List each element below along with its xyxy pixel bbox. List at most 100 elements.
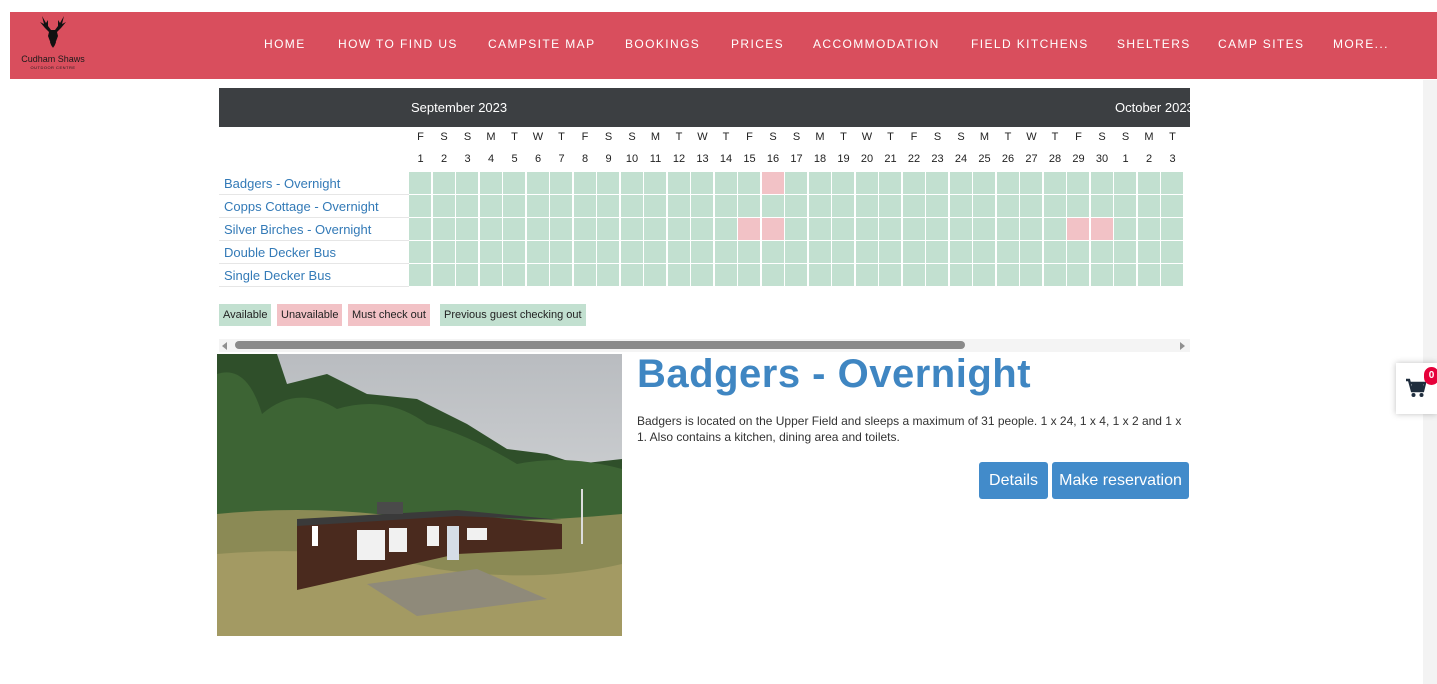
day-cell-available[interactable] [785,172,808,195]
day-cell-available[interactable] [479,218,503,241]
day-cell-available[interactable] [573,264,597,287]
day-cell-available[interactable] [644,172,667,195]
nav-how-to-find-us[interactable]: HOW TO FIND US [338,37,458,51]
day-cell-available[interactable] [973,241,996,264]
day-cell-available[interactable] [714,218,738,241]
day-cell-available[interactable] [667,264,691,287]
day-cell-available[interactable] [597,195,620,218]
day-cell-available[interactable] [832,241,855,264]
day-cell-available[interactable] [1020,172,1043,195]
day-cell-available[interactable] [1114,241,1137,264]
day-cell-available[interactable] [573,218,597,241]
day-cell-unavailable[interactable] [761,172,785,195]
day-cell-available[interactable] [620,172,644,195]
day-cell-available[interactable] [949,195,973,218]
day-cell-available[interactable] [1114,195,1137,218]
nav-more[interactable]: MORE... [1333,37,1389,51]
day-cell-available[interactable] [785,195,808,218]
day-cell-available[interactable] [691,241,714,264]
day-cell-available[interactable] [785,241,808,264]
day-cell-available[interactable] [432,241,456,264]
day-cell-available[interactable] [855,195,879,218]
day-cell-available[interactable] [1020,264,1043,287]
day-cell-available[interactable] [926,218,949,241]
day-cell-available[interactable] [432,195,456,218]
row-label-silver-birches[interactable]: Silver Birches - Overnight [224,222,371,237]
day-cell-available[interactable] [1137,241,1161,264]
day-cell-available[interactable] [1090,241,1114,264]
day-cell-available[interactable] [526,241,550,264]
day-cell-available[interactable] [456,172,479,195]
day-cell-available[interactable] [949,241,973,264]
day-cell-available[interactable] [1043,195,1067,218]
site-logo[interactable]: Cudham Shaws OUTDOOR CENTRE [16,14,88,76]
day-cell-unavailable[interactable] [1090,218,1114,241]
day-cell-available[interactable] [926,264,949,287]
nav-accommodation[interactable]: ACCOMMODATION [813,37,940,51]
day-cell-available[interactable] [644,241,667,264]
day-cell-available[interactable] [832,264,855,287]
day-cell-available[interactable] [456,241,479,264]
day-cell-available[interactable] [902,172,926,195]
day-cell-available[interactable] [714,195,738,218]
row-label-single-decker-bus[interactable]: Single Decker Bus [224,268,331,283]
day-cell-available[interactable] [644,195,667,218]
day-cell-available[interactable] [503,195,526,218]
day-cell-available[interactable] [855,241,879,264]
day-cell-available[interactable] [855,218,879,241]
calendar-horizontal-scrollbar[interactable] [219,339,1190,352]
day-cell-available[interactable] [409,172,432,195]
day-cell-available[interactable] [550,218,573,241]
day-cell-available[interactable] [409,195,432,218]
day-cell-available[interactable] [1161,241,1184,264]
day-cell-available[interactable] [926,172,949,195]
nav-field-kitchens[interactable]: FIELD KITCHENS [971,37,1089,51]
nav-camp-sites[interactable]: CAMP SITES [1218,37,1304,51]
day-cell-available[interactable] [738,264,761,287]
day-cell-available[interactable] [714,241,738,264]
day-cell-available[interactable] [1043,241,1067,264]
day-cell-available[interactable] [550,195,573,218]
day-cell-available[interactable] [832,195,855,218]
day-cell-available[interactable] [738,241,761,264]
day-cell-available[interactable] [691,172,714,195]
day-cell-available[interactable] [667,218,691,241]
day-cell-available[interactable] [832,218,855,241]
day-cell-available[interactable] [808,218,832,241]
day-cell-available[interactable] [456,195,479,218]
day-cell-available[interactable] [573,172,597,195]
day-cell-available[interactable] [996,218,1020,241]
day-cell-available[interactable] [409,264,432,287]
day-cell-available[interactable] [855,264,879,287]
day-cell-available[interactable] [902,218,926,241]
day-cell-available[interactable] [926,241,949,264]
day-cell-available[interactable] [1161,264,1184,287]
day-cell-available[interactable] [597,172,620,195]
day-cell-available[interactable] [808,264,832,287]
day-cell-available[interactable] [902,264,926,287]
day-cell-available[interactable] [1043,172,1067,195]
day-cell-available[interactable] [691,195,714,218]
day-cell-available[interactable] [1137,218,1161,241]
day-cell-available[interactable] [456,218,479,241]
day-cell-available[interactable] [1114,218,1137,241]
day-cell-available[interactable] [620,241,644,264]
day-cell-available[interactable] [973,195,996,218]
day-cell-available[interactable] [503,172,526,195]
day-cell-available[interactable] [1067,195,1090,218]
day-cell-available[interactable] [620,218,644,241]
day-cell-available[interactable] [973,172,996,195]
day-cell-available[interactable] [879,195,902,218]
day-cell-available[interactable] [1020,218,1043,241]
day-cell-available[interactable] [479,241,503,264]
day-cell-available[interactable] [808,241,832,264]
day-cell-unavailable[interactable] [761,218,785,241]
day-cell-available[interactable] [691,264,714,287]
day-cell-available[interactable] [1067,264,1090,287]
day-cell-available[interactable] [526,264,550,287]
day-cell-available[interactable] [479,264,503,287]
day-cell-available[interactable] [808,195,832,218]
day-cell-available[interactable] [1067,172,1090,195]
day-cell-available[interactable] [973,218,996,241]
details-button[interactable]: Details [979,462,1048,499]
